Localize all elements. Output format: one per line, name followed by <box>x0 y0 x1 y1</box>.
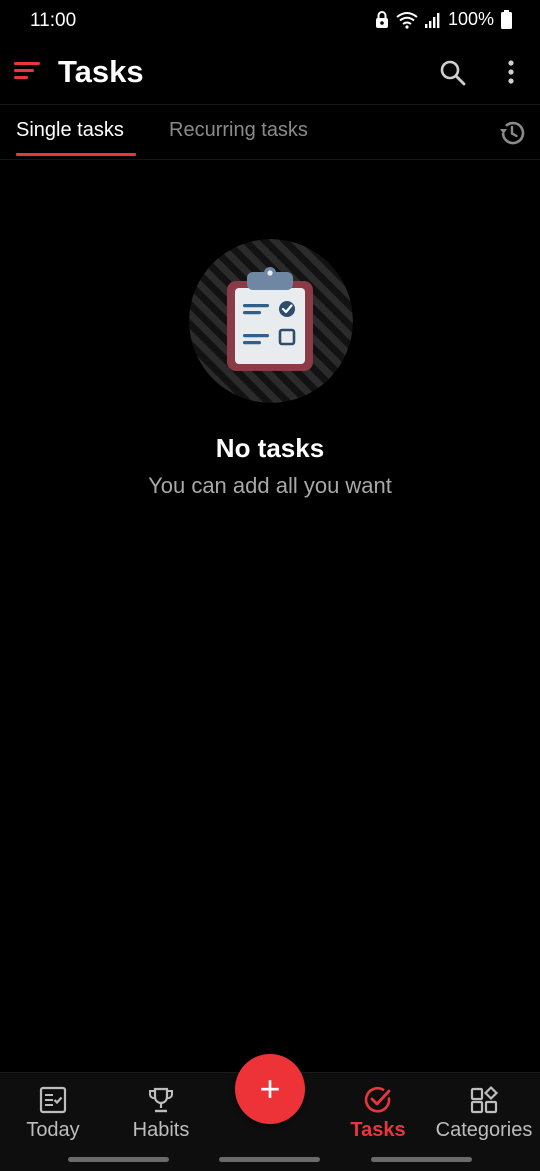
more-vert-icon <box>508 60 514 84</box>
gesture-pill-right <box>371 1157 472 1162</box>
nav-label-categories: Categories <box>435 1119 533 1141</box>
gesture-pill-left <box>68 1157 169 1162</box>
battery-percentage: 100% <box>447 9 494 29</box>
gesture-pill-center <box>219 1157 320 1162</box>
app-bar: Tasks <box>0 42 540 104</box>
trophy-icon <box>149 1087 173 1113</box>
nav-label-today: Today <box>26 1119 80 1141</box>
more-options-button[interactable] <box>497 58 525 88</box>
active-tab-indicator <box>16 153 136 156</box>
tab-recurring-tasks[interactable]: Recurring tasks <box>169 119 308 142</box>
empty-state-title: No tasks <box>215 433 325 463</box>
menu-icon <box>14 62 40 79</box>
task-tabs: Single tasks Recurring tasks <box>0 104 540 160</box>
status-time: 11:00 <box>30 10 77 31</box>
page-title: Tasks <box>58 54 144 89</box>
search-icon <box>440 60 466 86</box>
check-circle-icon <box>364 1086 391 1113</box>
add-icon: + <box>259 1068 281 1109</box>
history-button[interactable] <box>497 118 527 148</box>
battery-icon <box>501 10 512 29</box>
calendar-check-icon <box>39 1086 67 1114</box>
clipboard-checklist-icon <box>188 238 354 404</box>
status-icons: 100% <box>375 9 512 30</box>
signal-icon <box>424 12 440 28</box>
wifi-icon <box>396 11 418 29</box>
tab-single-tasks[interactable]: Single tasks <box>16 119 124 142</box>
add-task-button[interactable]: + <box>235 1054 305 1124</box>
menu-button[interactable] <box>14 60 44 86</box>
empty-state-subtitle: You can add all you want <box>148 473 392 498</box>
lock-icon <box>375 10 388 28</box>
nav-item-tasks[interactable]: Tasks <box>338 1085 418 1145</box>
nav-label-tasks: Tasks <box>350 1119 406 1141</box>
nav-item-today[interactable]: Today <box>13 1085 93 1145</box>
status-bar: 11:00 100% <box>0 0 540 42</box>
nav-item-categories[interactable]: Categories <box>428 1085 540 1145</box>
nav-label-habits: Habits <box>132 1119 190 1141</box>
nav-item-habits[interactable]: Habits <box>121 1085 201 1145</box>
categories-icon <box>470 1085 499 1114</box>
history-icon <box>500 121 525 145</box>
search-button[interactable] <box>438 58 468 88</box>
